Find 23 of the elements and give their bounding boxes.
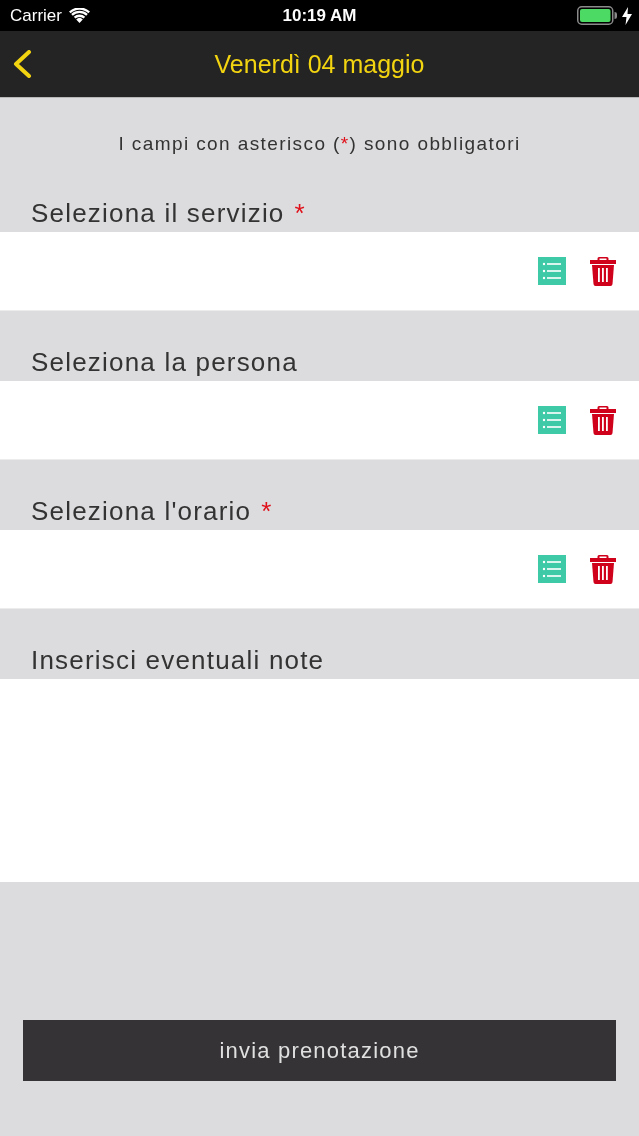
field-label: Seleziona la persona xyxy=(31,347,298,377)
field-label: Seleziona l'orario * xyxy=(31,496,273,526)
trash-icon[interactable] xyxy=(590,256,616,286)
nav-title: Venerdì 04 maggio xyxy=(214,49,425,78)
submit-button[interactable]: invia prenotazione xyxy=(23,1020,616,1081)
field-label: Seleziona il servizio * xyxy=(31,198,306,228)
wifi-icon xyxy=(68,8,90,23)
notes-field[interactable] xyxy=(0,679,639,882)
charging-bolt-icon xyxy=(622,6,632,25)
carrier-label: Carrier xyxy=(10,5,62,26)
battery-icon xyxy=(577,6,617,25)
list-icon[interactable] xyxy=(538,406,566,434)
field-label: Inserisci eventuali note xyxy=(31,645,325,675)
list-icon[interactable] xyxy=(538,555,566,583)
status-time: 10:19 AM xyxy=(282,5,357,25)
select-field[interactable] xyxy=(0,232,639,311)
back-icon[interactable] xyxy=(12,50,32,78)
required-fields-note: I campi con asterisco (*) sono obbligatori xyxy=(118,133,521,154)
select-field[interactable] xyxy=(0,381,639,460)
trash-icon[interactable] xyxy=(590,405,616,435)
select-field[interactable] xyxy=(0,530,639,609)
list-icon[interactable] xyxy=(538,257,566,285)
trash-icon[interactable] xyxy=(590,554,616,584)
